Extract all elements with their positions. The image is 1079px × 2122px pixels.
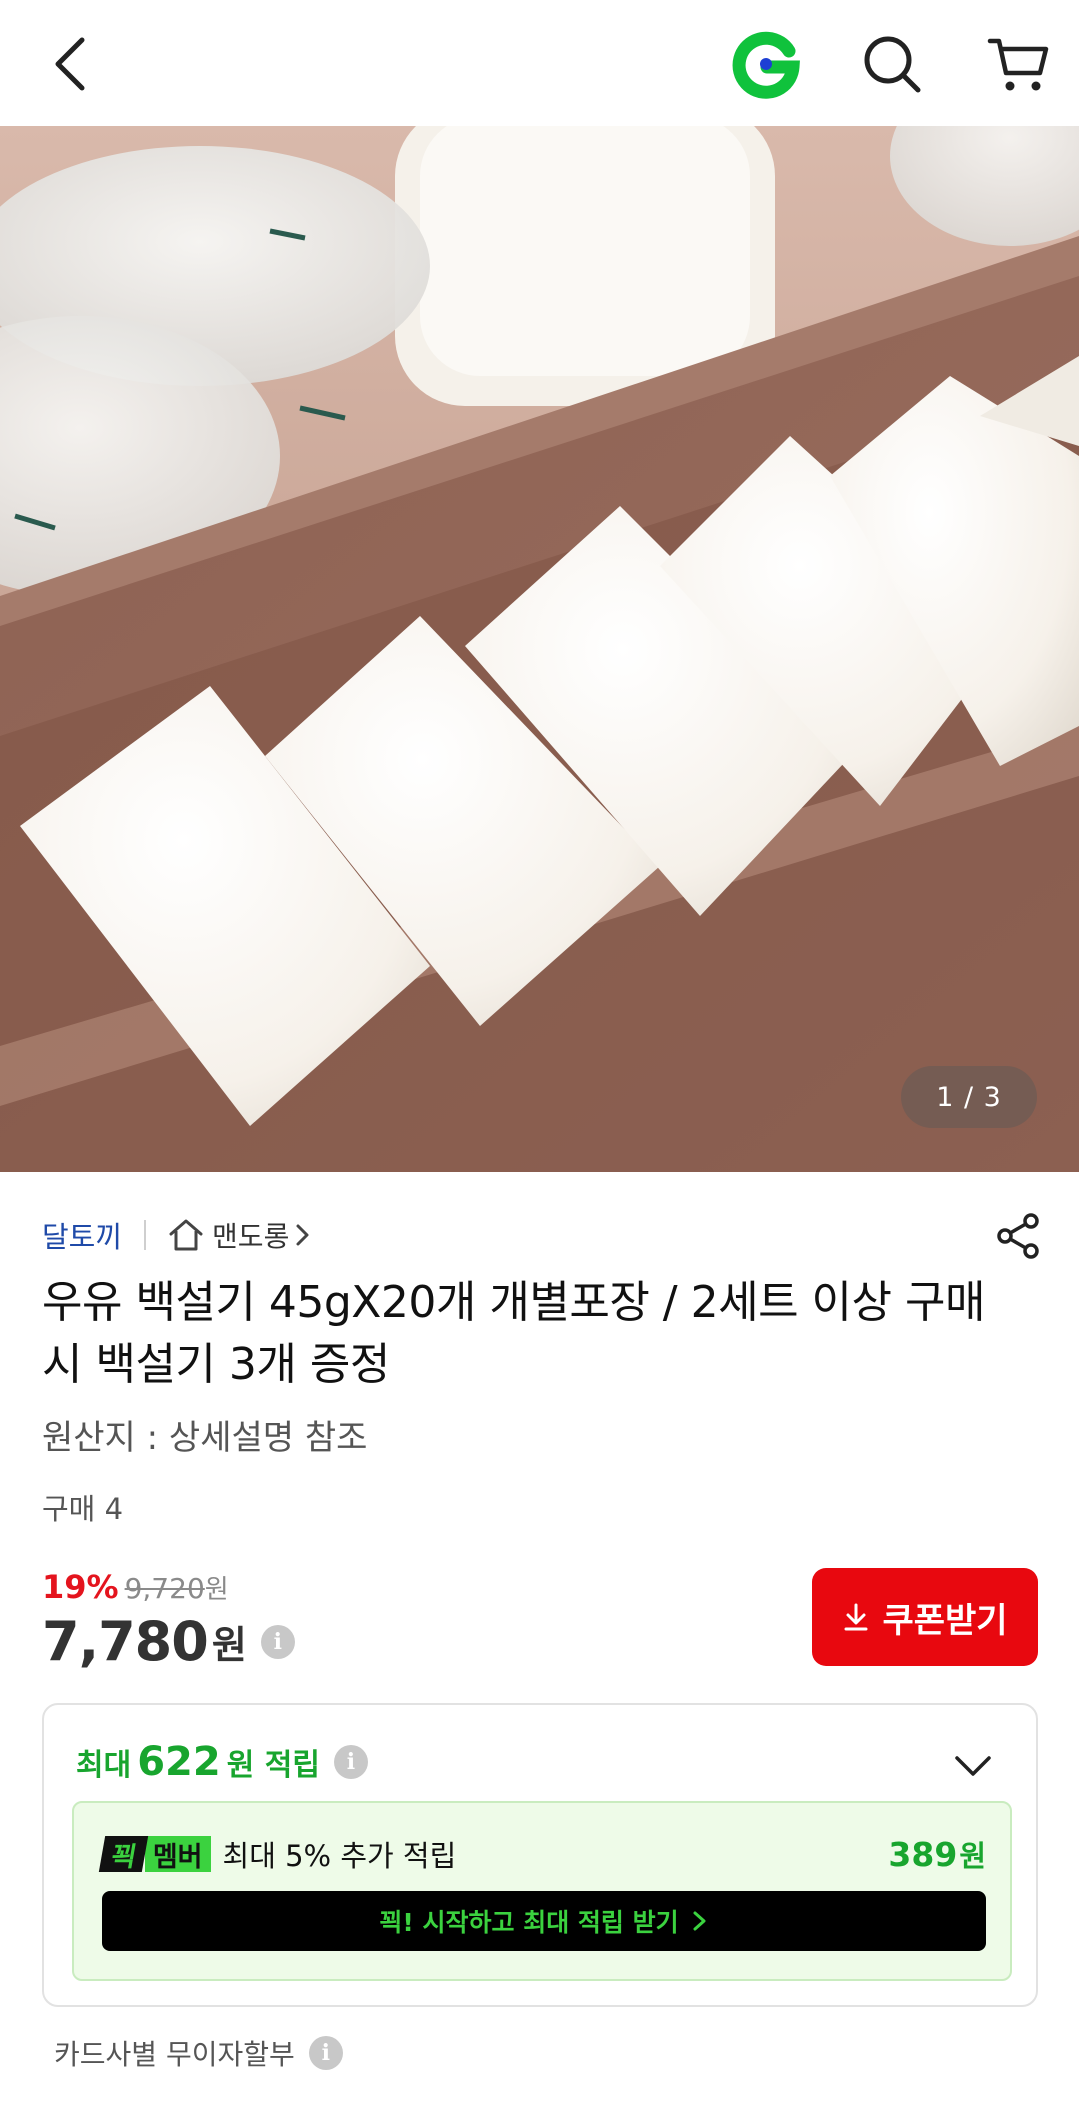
back-button[interactable] — [30, 22, 110, 106]
gmarket-g-logo-icon — [732, 31, 800, 99]
points-prefix: 최대 — [76, 1748, 132, 1783]
chevron-down-icon — [955, 1756, 991, 1776]
search-icon — [864, 36, 921, 93]
start-membership-button[interactable]: 꾁! 시작하고 최대 적립 받기 — [102, 1891, 986, 1951]
membership-box: 꾁 멤버 최대 5% 추가 적립 389 원 꾁! 시작하고 최대 적립 받기 — [72, 1801, 1012, 1981]
points-info-icon[interactable]: i — [333, 1745, 368, 1779]
badge-member: 멤버 — [144, 1836, 211, 1873]
membership-amount-value: 389 — [888, 1835, 958, 1874]
membership-badge: 꾁 멤버 — [98, 1835, 211, 1873]
points-summary: 최대 622 원 적립 i — [76, 1739, 368, 1785]
share-button[interactable] — [990, 1208, 1046, 1264]
seller-link[interactable]: 달토끼 — [42, 1214, 122, 1256]
coupon-button[interactable]: 쿠폰받기 — [812, 1568, 1038, 1666]
store-link[interactable]: 맨도롱 — [168, 1215, 321, 1255]
original-price-unit: 원 — [204, 1575, 229, 1605]
divider — [144, 1220, 147, 1250]
top-app-bar — [0, 0, 1079, 126]
installment-row[interactable]: 카드사별 무이자할부 i — [54, 2033, 343, 2073]
product-photo — [0, 126, 1079, 1172]
price-row: 7,780 원 i — [42, 1610, 295, 1673]
seller-row: 달토끼 맨도롱 — [42, 1205, 321, 1265]
membership-text: 최대 5% 추가 적립 — [222, 1839, 457, 1873]
installment-label: 카드사별 무이자할부 — [54, 2038, 295, 2071]
home-icon — [169, 1219, 203, 1251]
points-value: 622 — [137, 1739, 221, 1785]
original-price: 9,720 — [124, 1572, 205, 1605]
purchase-count: 구매 4 — [42, 1492, 124, 1526]
product-title: 우유 백설기 45gX20개 개별포장 / 2세트 이상 구매 시 백설기 3개… — [42, 1277, 985, 1390]
origin-info: 원산지 : 상세설명 참조 — [42, 1418, 368, 1458]
share-icon — [997, 1213, 1039, 1259]
membership-amount-unit: 원 — [959, 1839, 986, 1873]
chevron-left-icon — [55, 37, 85, 91]
image-counter: 1 / 3 — [901, 1066, 1037, 1128]
home-logo-button[interactable] — [724, 22, 808, 106]
cart-button[interactable] — [976, 22, 1060, 106]
points-suffix: 원 적립 — [226, 1748, 320, 1783]
chevron-right-icon — [296, 1224, 309, 1246]
discount-row: 19% 9,720 원 — [42, 1568, 229, 1606]
store-name: 맨도롱 — [212, 1220, 290, 1253]
discount-rate: 19% — [42, 1568, 119, 1606]
installment-info-icon[interactable]: i — [308, 2036, 343, 2070]
start-membership-label: 꾁! 시작하고 최대 적립 받기 — [379, 1908, 679, 1937]
membership-amount: 389 원 — [888, 1833, 986, 1875]
cart-icon — [987, 38, 1049, 91]
membership-row: 꾁 멤버 최대 5% 추가 적립 389 원 — [98, 1833, 986, 1875]
price-info-icon[interactable]: i — [260, 1624, 295, 1659]
sale-price: 7,780 — [42, 1610, 209, 1673]
badge-k: 꾁 — [98, 1836, 149, 1873]
product-image-gallery[interactable]: 1 / 3 — [0, 126, 1079, 1172]
coupon-label: 쿠폰받기 — [882, 1600, 1008, 1641]
sale-price-unit: 원 — [211, 1623, 247, 1667]
points-expand-button[interactable] — [950, 1743, 996, 1789]
download-icon — [844, 1603, 868, 1631]
points-card: 최대 622 원 적립 i 꾁 멤버 최대 5% 추가 적립 389 원 꾁! … — [42, 1703, 1038, 2007]
search-button[interactable] — [850, 22, 934, 106]
chevron-right-icon — [693, 1911, 706, 1931]
